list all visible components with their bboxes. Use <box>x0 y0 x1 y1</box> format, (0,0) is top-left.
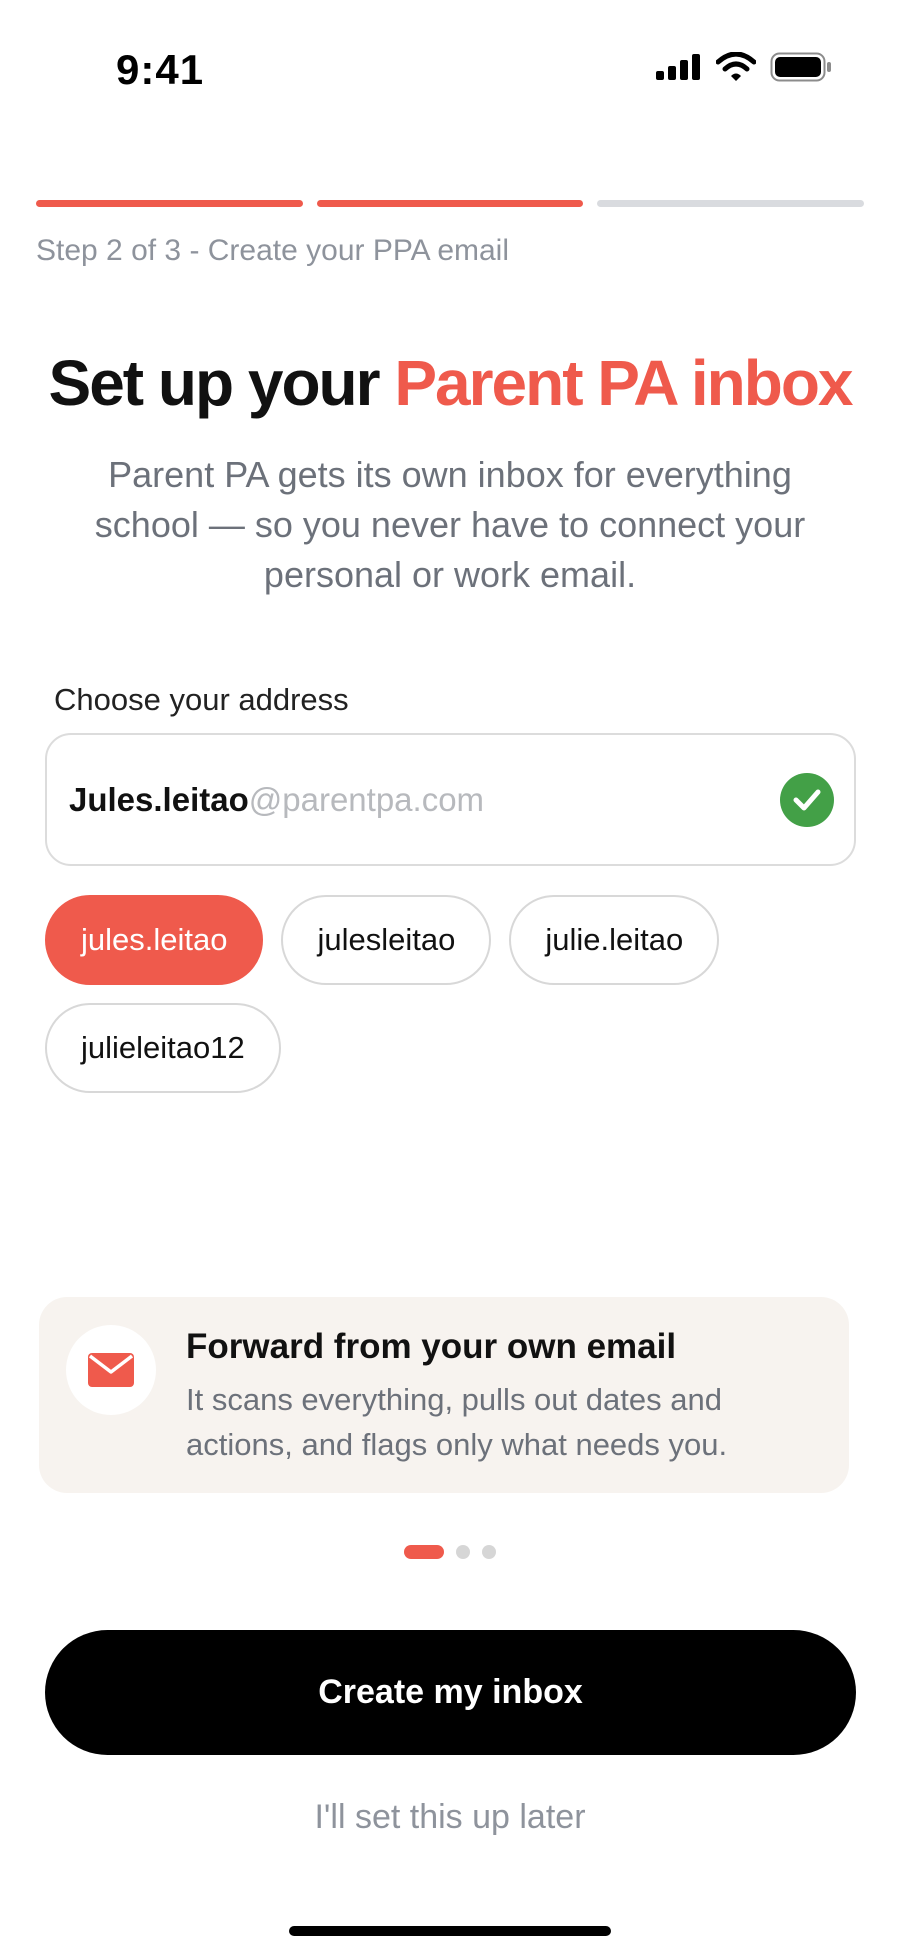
email-address-field[interactable]: Jules.leitao @parentpa.com <box>45 733 856 866</box>
address-suggestions: jules.leitao julesleitao julie.leitao ju… <box>45 895 865 1093</box>
pager-dot[interactable] <box>404 1545 444 1559</box>
cellular-signal-icon <box>656 54 700 80</box>
create-inbox-button[interactable]: Create my inbox <box>45 1630 856 1755</box>
progress-segment-2 <box>316 200 584 207</box>
title-accent: Parent PA inbox <box>394 347 853 419</box>
page-subtitle: Parent PA gets its own inbox for everyth… <box>94 454 806 595</box>
status-time: 9:41 <box>116 46 205 93</box>
title-text: Set up your <box>48 347 395 419</box>
info-card-body: It scans everything, pulls out dates and… <box>186 1382 728 1462</box>
battery-icon <box>770 52 831 82</box>
address-username: Jules.leitao <box>69 780 249 818</box>
mail-icon <box>66 1325 156 1415</box>
carousel-pager <box>0 1545 900 1559</box>
suggestion-chip[interactable]: julie.leitao <box>509 895 720 985</box>
step-progress-bar <box>36 200 865 207</box>
progress-segment-3 <box>597 200 865 207</box>
address-domain: @parentpa.com <box>248 780 485 818</box>
status-icons <box>656 52 832 82</box>
check-circle-icon <box>780 773 834 827</box>
suggestion-chip[interactable]: jules.leitao <box>45 895 264 985</box>
info-card-title: Forward from your own email <box>186 1327 677 1366</box>
progress-segment-1 <box>36 200 303 207</box>
setup-later-link[interactable]: I'll set this up later <box>0 1798 900 1837</box>
suggestion-chip[interactable]: julieleitao12 <box>45 1003 281 1093</box>
step-label: Step 2 of 3 - Create your PPA email <box>36 234 510 267</box>
page-title: Set up your Parent PA inbox <box>0 346 900 420</box>
pager-dot[interactable] <box>456 1545 470 1559</box>
home-indicator[interactable] <box>289 1926 611 1936</box>
suggestion-chip[interactable]: julesleitao <box>281 895 492 985</box>
address-label: Choose your address <box>54 682 349 717</box>
onboarding-screen: 9:41 Step 2 of 3 - Create your PPA email… <box>0 0 900 1957</box>
pager-dot[interactable] <box>482 1545 496 1559</box>
wifi-icon <box>716 52 756 81</box>
info-card: Forward from your own email It scans eve… <box>39 1297 849 1493</box>
